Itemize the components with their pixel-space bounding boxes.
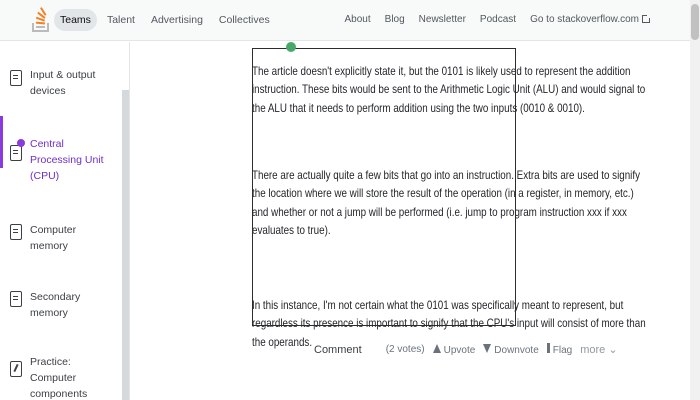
sidebar-item-label: Practice: Computer components	[30, 356, 88, 400]
tab-teams[interactable]: Teams	[54, 9, 97, 31]
link-go-to-stackoverflow-label: Go to stackoverflow.com	[530, 14, 639, 25]
sidebar-item-label: Computer memory	[30, 224, 77, 252]
document-icon	[10, 224, 22, 240]
upvote-label: Upvote	[443, 344, 476, 356]
sidebar-item-label: Input & output devices	[30, 69, 96, 97]
sidebar-scrollbar[interactable]	[122, 90, 129, 400]
vote-count: (2 votes)	[385, 344, 425, 355]
tab-talent[interactable]: Talent	[101, 9, 141, 31]
link-about[interactable]: About	[345, 14, 371, 25]
tab-collectives[interactable]: Collectives	[213, 9, 276, 31]
selection-overlay-box	[252, 48, 516, 326]
page-scrollbar[interactable]	[690, 0, 700, 400]
sidebar-item-label: Secondary memory	[30, 291, 81, 319]
document-icon	[10, 145, 22, 161]
more-menu-button[interactable]: more ⌄	[580, 343, 617, 356]
downvote-label: Downvote	[494, 344, 539, 356]
downvote-button[interactable]: Downvote	[483, 343, 539, 356]
flag-button[interactable]: Flag	[546, 343, 573, 356]
comment-button[interactable]: Comment	[314, 344, 362, 356]
external-link-icon	[642, 14, 651, 23]
flag-icon	[546, 343, 550, 353]
document-icon	[10, 70, 22, 86]
pencil-icon	[10, 361, 22, 377]
product-tabs: Teams Talent Advertising Collectives	[54, 9, 276, 31]
tab-advertising[interactable]: Advertising	[145, 9, 209, 31]
active-item-indicator	[0, 116, 3, 168]
link-blog[interactable]: Blog	[385, 14, 405, 25]
more-label: more	[580, 344, 606, 356]
page-scrollbar-thumb[interactable]	[691, 4, 699, 40]
answer-actions: Comment (2 votes) Upvote Downvote Flag m…	[314, 343, 618, 356]
chevron-down-icon: ⌄	[608, 344, 618, 356]
link-go-to-stackoverflow[interactable]: Go to stackoverflow.com	[530, 14, 651, 25]
link-newsletter[interactable]: Newsletter	[419, 14, 466, 25]
upvote-icon	[432, 343, 441, 353]
avatar	[286, 42, 296, 52]
stackoverflow-logo-icon[interactable]	[30, 6, 52, 34]
link-podcast[interactable]: Podcast	[480, 14, 516, 25]
top-navigation: Teams Talent Advertising Collectives Abo…	[0, 0, 690, 41]
upvote-button[interactable]: Upvote	[432, 343, 476, 356]
flag-label: Flag	[552, 345, 573, 356]
completed-check-icon	[17, 139, 25, 147]
downvote-icon	[483, 343, 492, 353]
document-icon	[10, 291, 22, 307]
header-links: About Blog Newsletter Podcast Go to stac…	[345, 14, 651, 25]
sidebar-item-label: Central Processing Unit (CPU)	[30, 138, 104, 182]
